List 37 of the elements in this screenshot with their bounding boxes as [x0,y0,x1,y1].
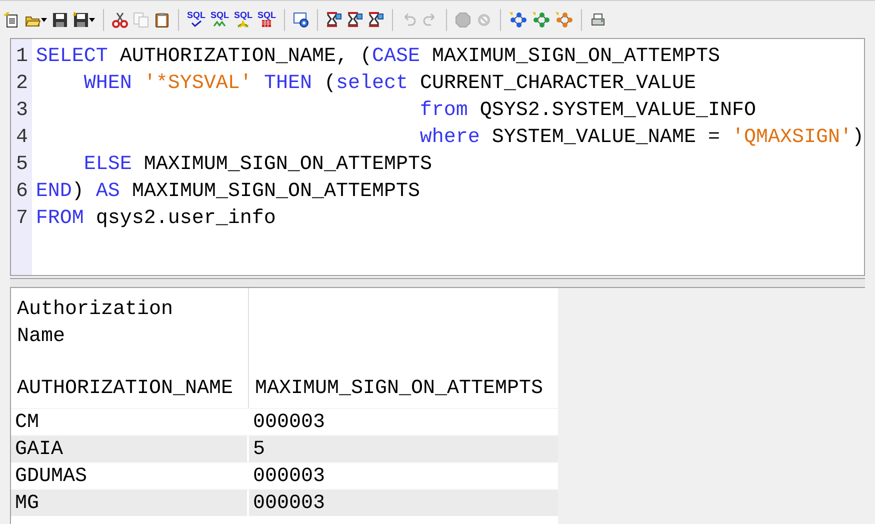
code-line: from QSYS2.SYSTEM_VALUE_INFO [418,98,757,124]
line-number: 2 [15,71,30,97]
table-cell-text: 000003 [252,410,326,435]
line-number: 3 [15,98,30,124]
scissors-icon[interactable] [112,12,128,28]
code-line: WHEN '*SYSVAL' THEN (select CURRENT_CHARACTER_VALUE [82,71,698,97]
code-line: END) AS MAXIMUM_SIGN_ON_ATTEMPTS [36,179,421,205]
table-cell-text: 000003 [252,464,326,489]
hourglass-icon[interactable] [326,12,342,28]
sql-editor[interactable] [10,38,865,276]
table-cell: MG [11,490,249,516]
code-line: where SYSTEM_VALUE_NAME = 'QMAXSIGN') [418,125,864,151]
grid-icon [260,20,274,28]
code-line: SELECT AUTHORIZATION_NAME, (CASE MAXIMUM_SIGN_ON_ATTEMPTS [36,44,722,70]
toolbar-button[interactable]: SQL [210,8,230,30]
dropdown-arrow-icon[interactable] [41,18,47,22]
line-number: 1 [15,44,30,70]
line-number: 4 [15,125,30,151]
printer-icon[interactable] [590,12,606,28]
table-cell-text: 5 [252,437,266,462]
code-line: ELSE MAXIMUM_SIGN_ON_ATTEMPTS [82,152,433,178]
new-file-icon[interactable] [4,12,20,28]
toolbar-button[interactable]: SQL [256,8,278,30]
code-line: FROM qsys2.user_info [36,206,277,232]
table-cell-text: 000003 [252,491,326,516]
toolbar-button[interactable]: SQL [233,8,254,30]
star-icon [236,20,250,28]
hourglass-icon[interactable] [368,12,384,28]
hourglass-icon[interactable] [347,12,364,28]
checkmark-icon [190,20,203,28]
toolbar-button[interactable]: SQL [186,8,207,30]
dropdown-arrow-icon[interactable] [89,18,95,22]
column-header[interactable]: MAXIMUM_SIGN_ON_ATTEMPTS [249,288,558,408]
line-number: 5 [15,152,30,178]
line-number: 7 [15,206,30,232]
line-number: 6 [15,179,30,205]
clipboard-icon[interactable] [154,12,170,28]
